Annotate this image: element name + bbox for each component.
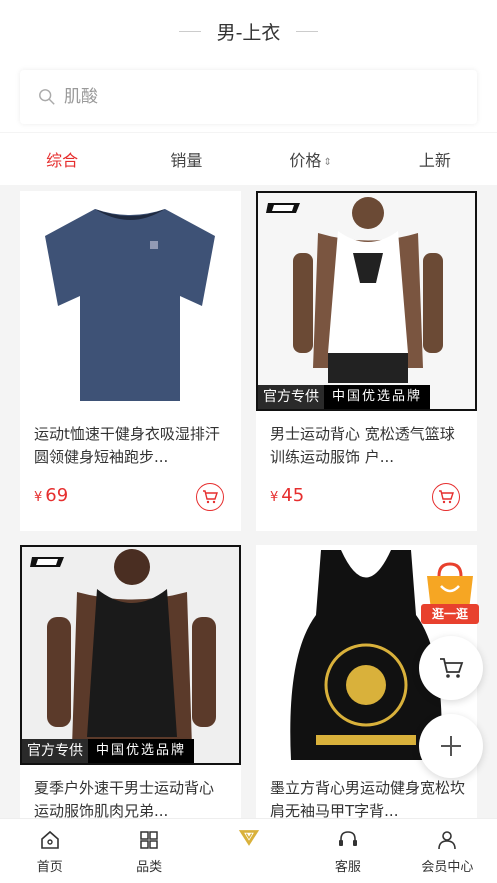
nav-service[interactable]: 客服 [298, 819, 397, 883]
product-name: 运动t恤速干健身衣吸湿排汗圆领健身短袖跑步... [34, 425, 220, 466]
cart-icon [439, 490, 454, 504]
product-name: 男士运动背心 宽松透气篮球训练运动服饰 户... [270, 425, 455, 466]
tab-price[interactable]: 价格 ⇕ [249, 147, 373, 171]
product-price: ¥45 [270, 485, 305, 506]
product-price: ¥69 [34, 485, 69, 506]
promo-label: 逛一逛 [421, 604, 479, 624]
product-card[interactable]: 官方专供 中国优选品牌 夏季户外速干男士运动背心 运动服饰肌肉兄弟... [20, 545, 241, 835]
tab-newest[interactable]: 上新 [373, 147, 497, 171]
search-bar[interactable] [20, 70, 477, 124]
tab-comprehensive[interactable]: 综合 [0, 147, 124, 171]
black-tank-image [22, 547, 239, 763]
official-badge: 官方专供 中国优选品牌 [258, 385, 431, 409]
grid-icon [140, 831, 158, 849]
tab-sales[interactable]: 销量 [124, 147, 248, 171]
add-to-cart-button[interactable] [196, 483, 224, 511]
product-image[interactable] [20, 191, 241, 411]
cart-icon [440, 658, 464, 678]
search-area [0, 62, 497, 132]
header-divider-right [296, 30, 319, 32]
page-header: 男-上衣 [0, 0, 497, 62]
search-icon [39, 89, 55, 105]
more-fab[interactable] [419, 714, 483, 778]
nav-category-label: 品类 [136, 860, 163, 875]
tank-top-image [258, 193, 475, 409]
product-image[interactable]: 官方专供 中国优选品牌 [20, 545, 241, 765]
nav-member-label: 会员中心 [421, 860, 474, 875]
nav-category[interactable]: 品类 [99, 819, 198, 883]
brand-mark-icon [30, 557, 64, 567]
page-title: 男-上衣 [216, 21, 281, 44]
cart-icon [203, 490, 218, 504]
brand-mark-icon [266, 203, 300, 213]
official-badge: 官方专供 中国优选品牌 [22, 739, 195, 763]
header-divider-left [178, 30, 201, 32]
product-image[interactable]: 官方专供 中国优选品牌 [256, 191, 477, 411]
product-name: 夏季户外速干男士运动背心 运动服饰肌肉兄弟... [34, 779, 215, 820]
nav-member[interactable]: 会员中心 [398, 819, 497, 883]
add-to-cart-button[interactable] [432, 483, 460, 511]
tab-price-label: 价格 [289, 151, 322, 170]
product-card[interactable]: 运动t恤速干健身衣吸湿排汗圆领健身短袖跑步... ¥69 [20, 191, 241, 531]
brand-logo-icon [238, 830, 259, 846]
product-name: 墨立方背心男运动健身宽松坎肩无袖马甲T字背... [270, 779, 466, 820]
sort-arrows-icon: ⇕ [323, 157, 332, 168]
sort-tabs: 综合 销量 价格 ⇕ 上新 [0, 133, 497, 185]
nav-brand[interactable] [199, 819, 298, 883]
browse-promo-button[interactable]: 逛一逛 [417, 562, 483, 628]
user-icon [438, 831, 457, 850]
headset-icon [338, 831, 357, 846]
nav-home[interactable]: 首页 [0, 819, 99, 883]
cart-fab[interactable] [419, 636, 483, 700]
bottom-nav: 首页 品类 客服 会员中心 [0, 818, 497, 883]
search-input[interactable] [64, 87, 444, 107]
tshirt-image [45, 209, 215, 401]
plus-icon [441, 736, 461, 756]
home-icon [40, 830, 59, 849]
nav-home-label: 首页 [36, 860, 63, 875]
nav-service-label: 客服 [334, 860, 361, 875]
product-card[interactable]: 官方专供 中国优选品牌 男士运动背心 宽松透气篮球训练运动服饰 户... ¥45 [256, 191, 477, 531]
